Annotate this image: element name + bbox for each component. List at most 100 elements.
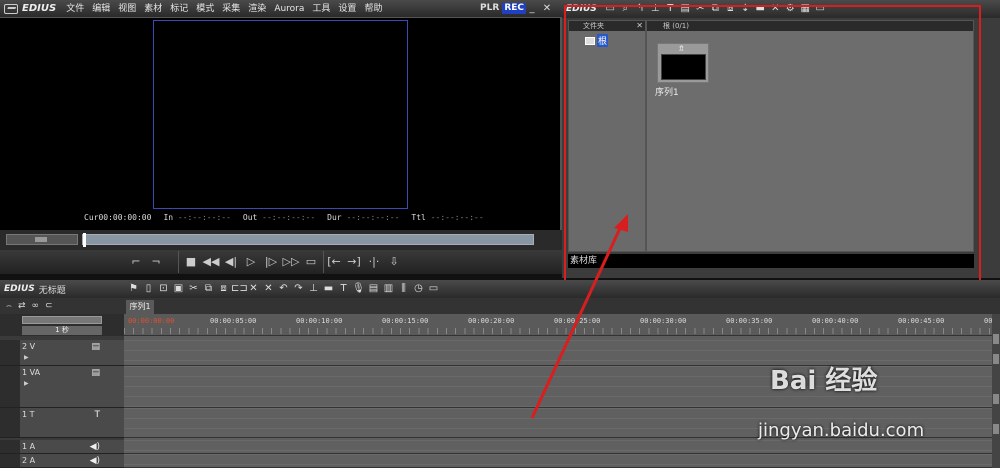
- link-icon[interactable]: ∞: [31, 301, 39, 311]
- plr-label[interactable]: PLR: [478, 3, 501, 14]
- project-title: 无标题: [38, 285, 66, 296]
- menu-clip[interactable]: 素材: [140, 0, 166, 18]
- menu-marker[interactable]: 标记: [166, 0, 192, 18]
- ripple-icon[interactable]: ⊏⊐: [231, 282, 248, 296]
- new-project-icon[interactable]: ⚑: [126, 282, 141, 296]
- watermark-logo: Bai 经验: [770, 366, 878, 396]
- cut-icon[interactable]: ✂: [186, 282, 201, 296]
- minimize-icon[interactable]: _: [526, 3, 538, 15]
- ruler-tick: 00:00:40:00: [812, 317, 859, 325]
- mic-icon[interactable]: 🎙: [351, 282, 366, 296]
- stop-icon[interactable]: ■: [181, 253, 201, 271]
- save-icon[interactable]: ▣: [171, 282, 186, 296]
- menu-view[interactable]: 视图: [114, 0, 140, 18]
- audio-track-icon[interactable]: ◀): [90, 442, 100, 452]
- tab-sequence-1[interactable]: 序列1: [126, 300, 154, 314]
- ripple-delete-icon[interactable]: ✕: [261, 282, 276, 296]
- in-timecode: In --:--:--:--: [163, 213, 231, 222]
- main-menubar: EDIUS 文件 编辑 视图 素材 标记 模式 采集 渲染 Aurora 工具 …: [0, 0, 562, 18]
- set-out-icon[interactable]: ¬: [146, 253, 166, 271]
- track-name: 1 A: [22, 442, 36, 451]
- timeline-vertical-scrollbar[interactable]: [992, 314, 1000, 468]
- loop-icon[interactable]: ▭: [301, 253, 321, 271]
- step-back-icon[interactable]: ◀|: [221, 253, 241, 271]
- mixer-icon[interactable]: ⫼: [396, 282, 411, 296]
- track-header-1va[interactable]: 1 VA ▤ ▶: [0, 366, 124, 408]
- redo-icon[interactable]: ↷: [291, 282, 306, 296]
- edius-logo: EDIUS: [0, 0, 62, 18]
- expand-icon[interactable]: ▶: [24, 380, 29, 387]
- jog-slider[interactable]: [6, 234, 78, 245]
- menu-tools[interactable]: 工具: [308, 0, 334, 18]
- red-arrow-annotation: [530, 214, 628, 419]
- close-icon[interactable]: ✕: [541, 3, 553, 15]
- audio-track-icon[interactable]: ◀): [90, 456, 100, 466]
- timeline-toolbar: EDIUS 无标题 ⚑ ▯ ⊡ ▣ ✂ ⧉ ⧈ ⊏⊐ ✕ ✕ ↶ ↷ ⊥ ▬ T…: [0, 280, 1000, 298]
- track-header-1t[interactable]: 1 T T: [0, 408, 124, 438]
- overwrite-icon[interactable]: →]: [344, 253, 364, 271]
- expand-icon[interactable]: ▶: [24, 354, 29, 361]
- position-bar[interactable]: [82, 233, 534, 247]
- set-in-icon[interactable]: ⌐: [126, 253, 146, 271]
- rec-label[interactable]: REC: [502, 3, 526, 14]
- timeline-tools: ⚑ ▯ ⊡ ▣ ✂ ⧉ ⧈ ⊏⊐ ✕ ✕ ↶ ↷ ⊥ ▬ T 🎙 ▤ ▥ ⫼ ◷…: [126, 282, 441, 296]
- menu-render[interactable]: 渲染: [244, 0, 270, 18]
- trim-icon[interactable]: ·|·: [364, 253, 384, 271]
- dur-timecode: Dur --:--:--:--: [327, 213, 400, 222]
- menu-aurora[interactable]: Aurora: [270, 0, 308, 18]
- step-forward-icon[interactable]: |▷: [261, 253, 281, 271]
- track-lane-1a[interactable]: [124, 440, 992, 454]
- menu-mode[interactable]: 模式: [192, 0, 218, 18]
- fast-forward-icon[interactable]: ▷▷: [281, 253, 301, 271]
- track-controls: 2 V ▤ ▶ 1 VA ▤ ▶ 1 T T 1 A ◀) 2 A ◀): [0, 314, 124, 468]
- track-lane-2a[interactable]: [124, 454, 992, 468]
- ruler-tick: 00:00:05:00: [210, 317, 257, 325]
- sync-icon[interactable]: ⇄: [18, 301, 26, 311]
- color-icon[interactable]: ▤: [366, 282, 381, 296]
- ruler-tick: 00:00:00:00: [128, 317, 175, 325]
- track-header-2a[interactable]: 2 A ◀): [0, 454, 124, 468]
- track-name: 1 T: [22, 410, 35, 419]
- play-icon[interactable]: ▷: [241, 253, 261, 271]
- mode-icon[interactable]: ⌢: [6, 301, 12, 311]
- app-name: EDIUS: [22, 3, 57, 14]
- export-icon[interactable]: ⇩: [384, 253, 404, 271]
- zoom-slider[interactable]: [22, 316, 102, 324]
- plr-rec-toggle[interactable]: PLR REC: [478, 3, 526, 14]
- title-track-icon[interactable]: T: [95, 410, 101, 420]
- copy-icon[interactable]: ⧉: [201, 282, 216, 296]
- title-icon[interactable]: T: [336, 282, 351, 296]
- video-track-icon[interactable]: ▤: [91, 368, 100, 378]
- video-track-icon[interactable]: ▤: [91, 342, 100, 352]
- track-name: 2 A: [22, 456, 36, 465]
- undo-icon[interactable]: ↶: [276, 282, 291, 296]
- new-sequence-icon[interactable]: ▯: [141, 282, 156, 296]
- menu-settings[interactable]: 设置: [334, 0, 360, 18]
- track-header-2v[interactable]: 2 V ▤ ▶: [0, 340, 124, 366]
- timer-icon[interactable]: ◷: [411, 282, 426, 296]
- rewind-icon[interactable]: ◀◀: [201, 253, 221, 271]
- playback-controls: ■ ◀◀ ◀| ▷ |▷ ▷▷ ▭: [178, 251, 324, 273]
- zoom-select[interactable]: 1 秒: [22, 326, 102, 335]
- timeline-title: EDIUS 无标题: [0, 283, 126, 296]
- paste-icon[interactable]: ⧈: [216, 282, 231, 296]
- transport-bar: ⌐ ¬ ■ ◀◀ ◀| ▷ |▷ ▷▷ ▭ [← →] ·|· ⇩: [0, 250, 562, 274]
- ruler-tick: 00:00:10:00: [296, 317, 343, 325]
- delete-icon[interactable]: ✕: [246, 282, 261, 296]
- ttl-timecode: Ttl --:--:--:--: [411, 213, 484, 222]
- ruler-tick: 00:00:30:00: [640, 317, 687, 325]
- menu-capture[interactable]: 采集: [218, 0, 244, 18]
- export-icon[interactable]: ▭: [426, 282, 441, 296]
- menu-edit[interactable]: 编辑: [88, 0, 114, 18]
- insert-icon[interactable]: [←: [324, 253, 344, 271]
- loop-mode-icon[interactable]: ⊂: [45, 301, 53, 311]
- render-icon[interactable]: ▥: [381, 282, 396, 296]
- ruler-tick: 00:00:35:00: [726, 317, 773, 325]
- menu-file[interactable]: 文件: [62, 0, 88, 18]
- track-header-1a[interactable]: 1 A ◀): [0, 440, 124, 454]
- open-icon[interactable]: ⊡: [156, 282, 171, 296]
- transition-icon[interactable]: ▬: [321, 282, 336, 296]
- split-icon[interactable]: ⊥: [306, 282, 321, 296]
- track-name: 1 VA: [22, 368, 41, 377]
- menu-help[interactable]: 帮助: [360, 0, 386, 18]
